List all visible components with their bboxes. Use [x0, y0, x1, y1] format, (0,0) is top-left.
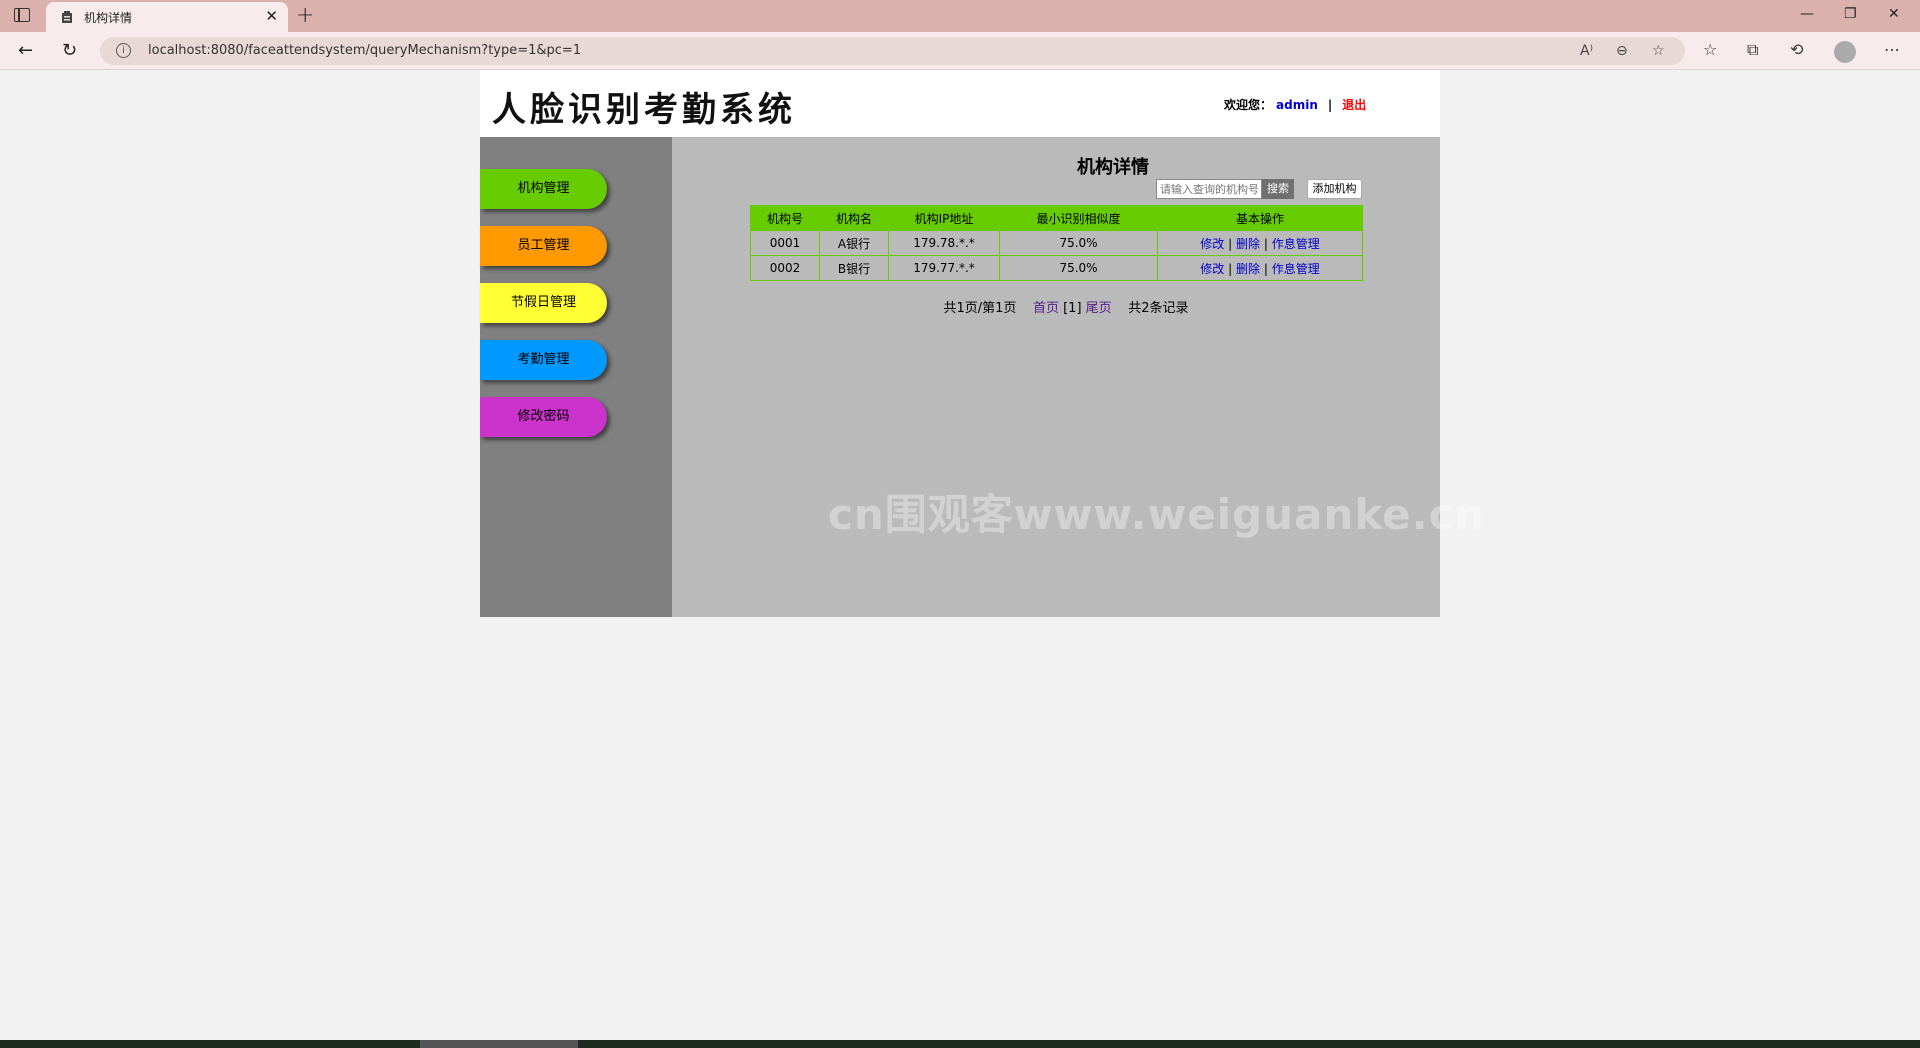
col-header-ip: 机构IP地址 — [888, 205, 1000, 231]
url-field[interactable]: i localhost:8080/faceattendsystem/queryM… — [100, 37, 1685, 65]
col-header-actions: 基本操作 — [1157, 205, 1363, 231]
new-tab-icon[interactable]: + — [296, 3, 314, 28]
search-input[interactable] — [1156, 179, 1262, 199]
sidebar: 机构管理 员工管理 节假日管理 考勤管理 修改密码 — [480, 137, 672, 617]
schedule-link[interactable]: 作息管理 — [1272, 262, 1320, 276]
favorites-icon[interactable]: ☆ — [1703, 40, 1717, 59]
refresh-icon[interactable]: ↻ — [62, 40, 77, 61]
add-favorite-icon[interactable]: ☆ — [1652, 43, 1665, 59]
last-page-link[interactable]: 尾页 — [1086, 301, 1112, 316]
record-count: 共2条记录 — [1128, 301, 1189, 316]
col-header-name: 机构名 — [819, 205, 889, 231]
os-taskbar — [0, 1040, 1920, 1048]
page-favicon-icon — [62, 11, 72, 23]
table-row: 0001 A银行 179.78.*.* 75.0% 修改 | 删除 | 作息管理 — [750, 230, 1363, 256]
action-separator: | — [1263, 236, 1268, 251]
tab-title: 机构详情 — [84, 11, 133, 25]
watermark-text: cn围观客www.weiguanke.cn — [828, 490, 1486, 539]
username-link[interactable]: admin — [1276, 98, 1318, 112]
welcome-separator: | — [1327, 98, 1333, 112]
sidebar-item-password[interactable]: 修改密码 — [480, 397, 607, 437]
close-window-icon[interactable]: ✕ — [1888, 6, 1900, 22]
site-info-icon[interactable]: i — [116, 43, 131, 58]
edit-link[interactable]: 修改 — [1200, 262, 1224, 276]
zoom-out-icon[interactable]: ⊖ — [1616, 43, 1628, 59]
logout-link[interactable]: 退出 — [1342, 98, 1366, 112]
cell-name: A银行 — [819, 230, 889, 256]
browser-tab-bar: 机构详情 ✕ + — ❐ ✕ — [0, 0, 1920, 32]
app-page: 人脸识别考勤系统 欢迎您： admin | 退出 机构管理 员工管理 节假日管理 考勤… — [480, 70, 1484, 617]
app-header: 人脸识别考勤系统 欢迎您： admin | 退出 — [480, 70, 1440, 137]
cell-id: 0001 — [750, 230, 820, 256]
first-page-link[interactable]: 首页 — [1033, 301, 1059, 316]
cell-actions: 修改 | 删除 | 作息管理 — [1157, 230, 1363, 256]
sidebar-item-staff[interactable]: 员工管理 — [480, 226, 607, 266]
url-text[interactable]: localhost:8080/faceattendsystem/queryMec… — [148, 43, 581, 58]
cell-id: 0002 — [750, 255, 820, 281]
cell-ip: 179.77.*.* — [888, 255, 1000, 281]
add-org-button[interactable]: 添加机构 — [1307, 179, 1362, 199]
action-separator: | — [1228, 236, 1233, 251]
tab-close-icon[interactable]: ✕ — [265, 7, 278, 25]
main-content: 机构详情 搜索 添加机构 机构号 机构名 机构IP地址 最小识别相似度 基本操作… — [672, 137, 1484, 617]
org-table: 机构号 机构名 机构IP地址 最小识别相似度 基本操作 0001 A银行 179… — [750, 205, 1363, 281]
minimize-icon[interactable]: — — [1800, 6, 1814, 22]
edit-link[interactable]: 修改 — [1200, 237, 1224, 251]
more-menu-icon[interactable]: ⋯ — [1884, 40, 1900, 59]
pagination: 共1页/第1页 首页 [1] 尾页 共2条记录 — [672, 297, 1440, 316]
profile-avatar-icon[interactable] — [1834, 41, 1856, 63]
cell-actions: 修改 | 删除 | 作息管理 — [1157, 255, 1363, 281]
read-aloud-icon[interactable]: A⁾ — [1580, 43, 1593, 59]
back-icon[interactable]: ← — [18, 40, 33, 61]
cell-name: B银行 — [819, 255, 889, 281]
delete-link[interactable]: 删除 — [1236, 237, 1260, 251]
sidebar-toggle-icon[interactable] — [14, 8, 30, 22]
delete-link[interactable]: 删除 — [1236, 262, 1260, 276]
action-separator: | — [1228, 261, 1233, 276]
action-separator: | — [1263, 261, 1268, 276]
welcome-label: 欢迎您： — [1224, 98, 1273, 112]
sidebar-item-attendance[interactable]: 考勤管理 — [480, 340, 607, 380]
restore-icon[interactable]: ❐ — [1844, 6, 1857, 22]
table-header-row: 机构号 机构名 机构IP地址 最小识别相似度 基本操作 — [750, 205, 1363, 231]
col-header-id: 机构号 — [750, 205, 820, 231]
page-title: 机构详情 — [1077, 157, 1149, 178]
sidebar-item-org[interactable]: 机构管理 — [480, 169, 607, 209]
collections-icon[interactable]: ⧉ — [1747, 40, 1758, 60]
history-icon[interactable]: ⟲ — [1790, 40, 1803, 59]
welcome-area: 欢迎您： admin | 退出 — [1224, 96, 1366, 113]
table-row: 0002 B银行 179.77.*.* 75.0% 修改 | 删除 | 作息管理 — [750, 255, 1363, 281]
app-logo: 人脸识别考勤系统 — [492, 90, 796, 130]
taskbar-app-segment[interactable] — [420, 1040, 578, 1048]
cell-similarity: 75.0% — [999, 230, 1158, 256]
sidebar-item-holiday[interactable]: 节假日管理 — [480, 283, 607, 323]
page-summary: 共1页/第1页 — [943, 301, 1017, 316]
search-button[interactable]: 搜索 — [1262, 179, 1294, 199]
col-header-similarity: 最小识别相似度 — [999, 205, 1158, 231]
cell-ip: 179.78.*.* — [888, 230, 1000, 256]
current-page: [1] — [1063, 301, 1082, 316]
address-bar: ← ↻ i localhost:8080/faceattendsystem/qu… — [0, 32, 1920, 70]
schedule-link[interactable]: 作息管理 — [1272, 237, 1320, 251]
cell-similarity: 75.0% — [999, 255, 1158, 281]
browser-tab[interactable]: 机构详情 ✕ — [46, 2, 288, 32]
